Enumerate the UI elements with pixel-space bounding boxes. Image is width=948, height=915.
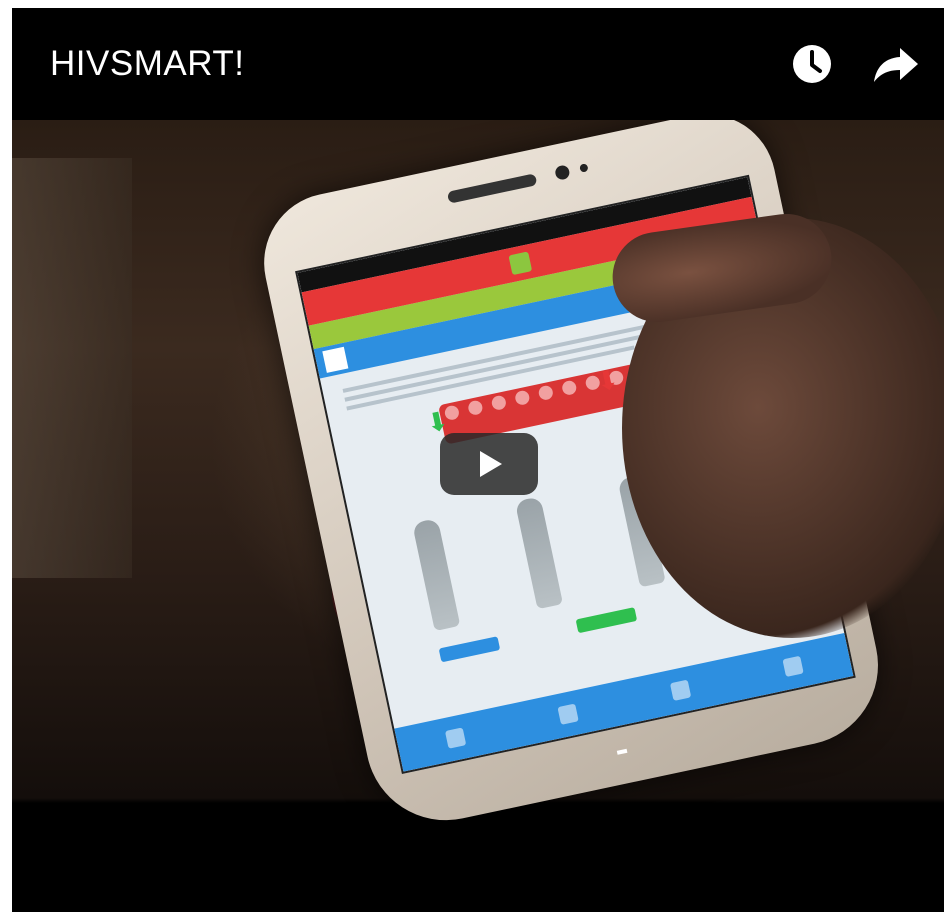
- video-title-bar: HIVSMART!: [12, 8, 944, 120]
- phone-sensor: [579, 163, 589, 173]
- phone-speaker: [446, 173, 538, 204]
- video-title[interactable]: HIVSMART!: [50, 44, 244, 84]
- watch-later-clock-icon[interactable]: [788, 40, 836, 88]
- back-icon: [322, 346, 349, 373]
- play-icon[interactable]: [480, 451, 502, 477]
- background-wood: [12, 158, 132, 578]
- phone-home-button: [616, 748, 628, 755]
- play-button[interactable]: [440, 433, 538, 495]
- video-player[interactable]: ⬇ ⬇ HIVSMART!: [12, 8, 944, 912]
- phone-call-icon: [508, 251, 533, 276]
- phone-camera: [554, 164, 571, 181]
- share-arrow-icon[interactable]: [870, 40, 918, 88]
